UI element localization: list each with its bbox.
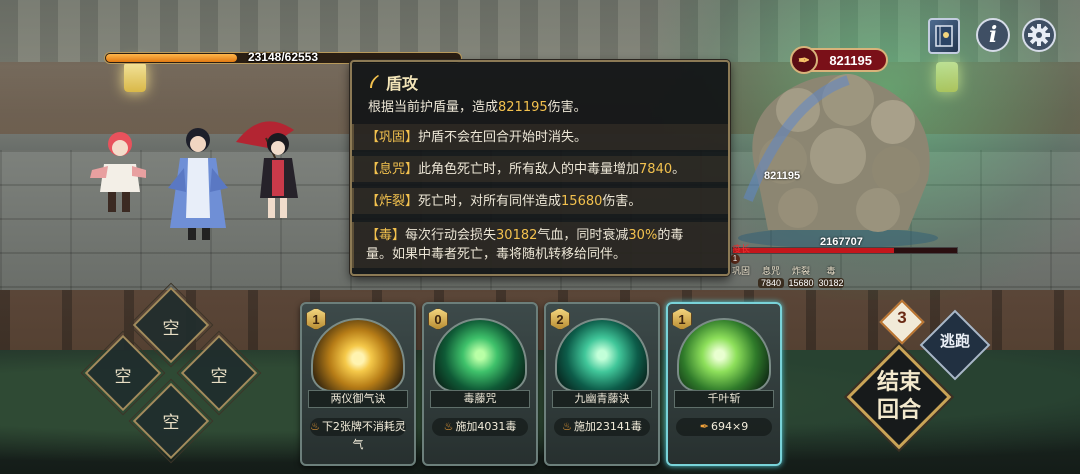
hero-red-hair[interactable] — [88, 126, 148, 218]
keyword-number: 30182 — [496, 228, 538, 243]
desc-number: 821195 — [498, 100, 548, 115]
codex-book-button[interactable] — [928, 18, 960, 54]
keyword-number: 7840 — [639, 162, 673, 177]
skill-tooltip: 盾攻 根据当前护盾量，造成821195伤害。 【巩固】护盾不会在回合开始时消失。… — [350, 60, 730, 276]
tooltip-title: 盾攻 — [386, 74, 419, 93]
status-gonggu[interactable]: 1 巩固 — [728, 254, 754, 286]
keyword-text: 此角色死亡时，所有敌人的中毒量增加 — [418, 162, 640, 177]
turn-counter-value: 3 — [897, 308, 907, 327]
status-name: 炸裂 — [791, 267, 810, 277]
keyword-text: 伤害。 — [602, 194, 642, 209]
card-liangyi-yuqi[interactable]: 1 两仪御气诀 ♨ 下2张牌不消耗灵气 — [300, 302, 416, 466]
keyword-text: 每次行动会损失 — [405, 228, 497, 243]
poison-flame-icon: ♨ — [562, 420, 572, 433]
card-art — [311, 318, 405, 392]
enemy-status-row: 1 巩固 息咒 7840 炸裂 15680 毒 30182 — [728, 254, 844, 288]
end-turn-line2: 回合 — [876, 397, 921, 423]
card-jiuyou-qingteng[interactable]: 2 九幽青藤诀 ♨ 施加23141毒 — [544, 302, 660, 466]
attack-quill-icon: ✒ — [699, 420, 709, 433]
status-value: 15680 — [788, 278, 814, 288]
status-count: 1 — [730, 254, 740, 264]
status-poison[interactable]: 毒 30182 — [818, 256, 844, 288]
gear-icon — [1028, 24, 1050, 46]
status-name: 毒 — [826, 267, 836, 277]
card-effect-text: 施加23141毒 — [573, 420, 642, 433]
hero-umbrella[interactable] — [232, 108, 316, 224]
tooltip-description: 根据当前护盾量，造成821195伤害。 — [368, 96, 587, 115]
status-name: 巩固 — [731, 267, 750, 277]
desc-text: 伤害。 — [547, 100, 587, 115]
status-value: 7840 — [758, 278, 784, 288]
card-effect-text: 施加4031毒 — [455, 420, 517, 433]
keyword-row-xizhou: 【息咒】此角色死亡时，所有敌人的中毒量增加7840。 — [366, 160, 720, 179]
keyword-text: 量。如果中毒者死亡，毒将随机转移给同伴。 — [366, 247, 627, 262]
card-qianye-zhan[interactable]: 1 千叶斩 ✒ 694×9 — [666, 302, 782, 466]
end-turn-line1: 结束 — [876, 369, 921, 395]
enemy-intent-value: 821195 — [829, 52, 872, 68]
slot-right-label: 空 — [210, 367, 228, 387]
enemy-hp-fill — [733, 248, 895, 253]
keyword-text: 的毒 — [657, 228, 684, 243]
keyword-text: 护盾不会在回合开始时消失。 — [418, 130, 588, 145]
keyword-text: 。 — [672, 162, 686, 177]
card-duteng-zhou[interactable]: 0 毒藤咒 ♨ 施加4031毒 — [422, 302, 538, 466]
card-name: 九幽青藤诀 — [552, 390, 652, 408]
keyword-text: 死亡时，对所有同伴造成 — [418, 194, 562, 209]
slot-left-label: 空 — [114, 367, 132, 387]
card-effect-text: 下2张牌不消耗灵气 — [321, 420, 406, 451]
card-effect: ♨ 下2张牌不消耗灵气 — [310, 418, 406, 451]
enemy-intent-badge[interactable]: ✒ 821195 — [790, 46, 888, 74]
keyword: 【炸裂】 — [366, 194, 419, 209]
status-name: 息咒 — [761, 267, 780, 277]
card-art — [555, 318, 649, 392]
card-effect-text: 694×9 — [711, 420, 749, 433]
status-xizhou[interactable]: 息咒 7840 — [758, 256, 784, 288]
card-cost: 1 — [306, 308, 326, 330]
keyword-number: 30% — [628, 228, 658, 243]
info-icon: i — [988, 22, 998, 48]
settings-button[interactable] — [1022, 18, 1056, 52]
keyword: 【毒】 — [366, 228, 406, 243]
card-name: 两仪御气诀 — [308, 390, 408, 408]
card-art — [433, 318, 527, 392]
keyword: 【息咒】 — [366, 162, 419, 177]
status-zhalie[interactable]: 炸裂 15680 — [788, 256, 814, 288]
card-effect: ✒ 694×9 — [676, 418, 772, 436]
enemy-hp-bar — [732, 247, 958, 254]
info-button[interactable]: i — [976, 18, 1010, 52]
tooltip-header: 盾攻 — [368, 70, 418, 94]
keyword-number: 15680 — [561, 194, 603, 209]
flee-button-label: 逃跑 — [939, 332, 970, 350]
keyword-row-zhalie: 【炸裂】死亡时，对所有同伴造成15680伤害。 — [366, 192, 720, 211]
poison-flame-icon: ♨ — [443, 420, 454, 433]
desc-text: 根据当前护盾量，造成 — [368, 100, 499, 115]
keyword-text: 气血，同时衰减 — [537, 228, 629, 243]
card-effect: ♨ 施加23141毒 — [554, 418, 650, 436]
hero-blue-robe[interactable] — [160, 118, 236, 242]
slot-bottom-label: 空 — [162, 413, 180, 433]
card-cost: 0 — [428, 308, 448, 330]
keyword-row-poison: 【毒】每次行动会损失30182气血，同时衰减30%的毒 量。如果中毒者死亡，毒将… — [366, 226, 720, 264]
card-art — [677, 318, 771, 392]
card-name: 毒藤咒 — [430, 390, 530, 408]
lantern-left — [124, 62, 146, 92]
card-effect: ♨ 施加4031毒 — [432, 418, 528, 436]
card-cost: 1 — [672, 308, 692, 330]
keyword: 【巩固】 — [366, 130, 419, 145]
enemy-shield-value: 821195 — [764, 170, 801, 182]
quill-icon — [370, 75, 379, 88]
book-icon — [935, 25, 953, 47]
status-value: 30182 — [818, 278, 844, 288]
keyword-row-gonggu: 【巩固】护盾不会在回合开始时消失。 — [366, 128, 720, 147]
end-turn-label: 结束 回合 — [858, 368, 940, 424]
card-cost: 2 — [550, 308, 570, 330]
sword-icon: ✒ — [790, 46, 818, 74]
card-name: 千叶斩 — [674, 390, 774, 408]
spirit-flame-icon: ♨ — [310, 420, 320, 433]
slot-top-label: 空 — [162, 319, 180, 339]
stone-golem-enemy[interactable] — [728, 60, 948, 250]
